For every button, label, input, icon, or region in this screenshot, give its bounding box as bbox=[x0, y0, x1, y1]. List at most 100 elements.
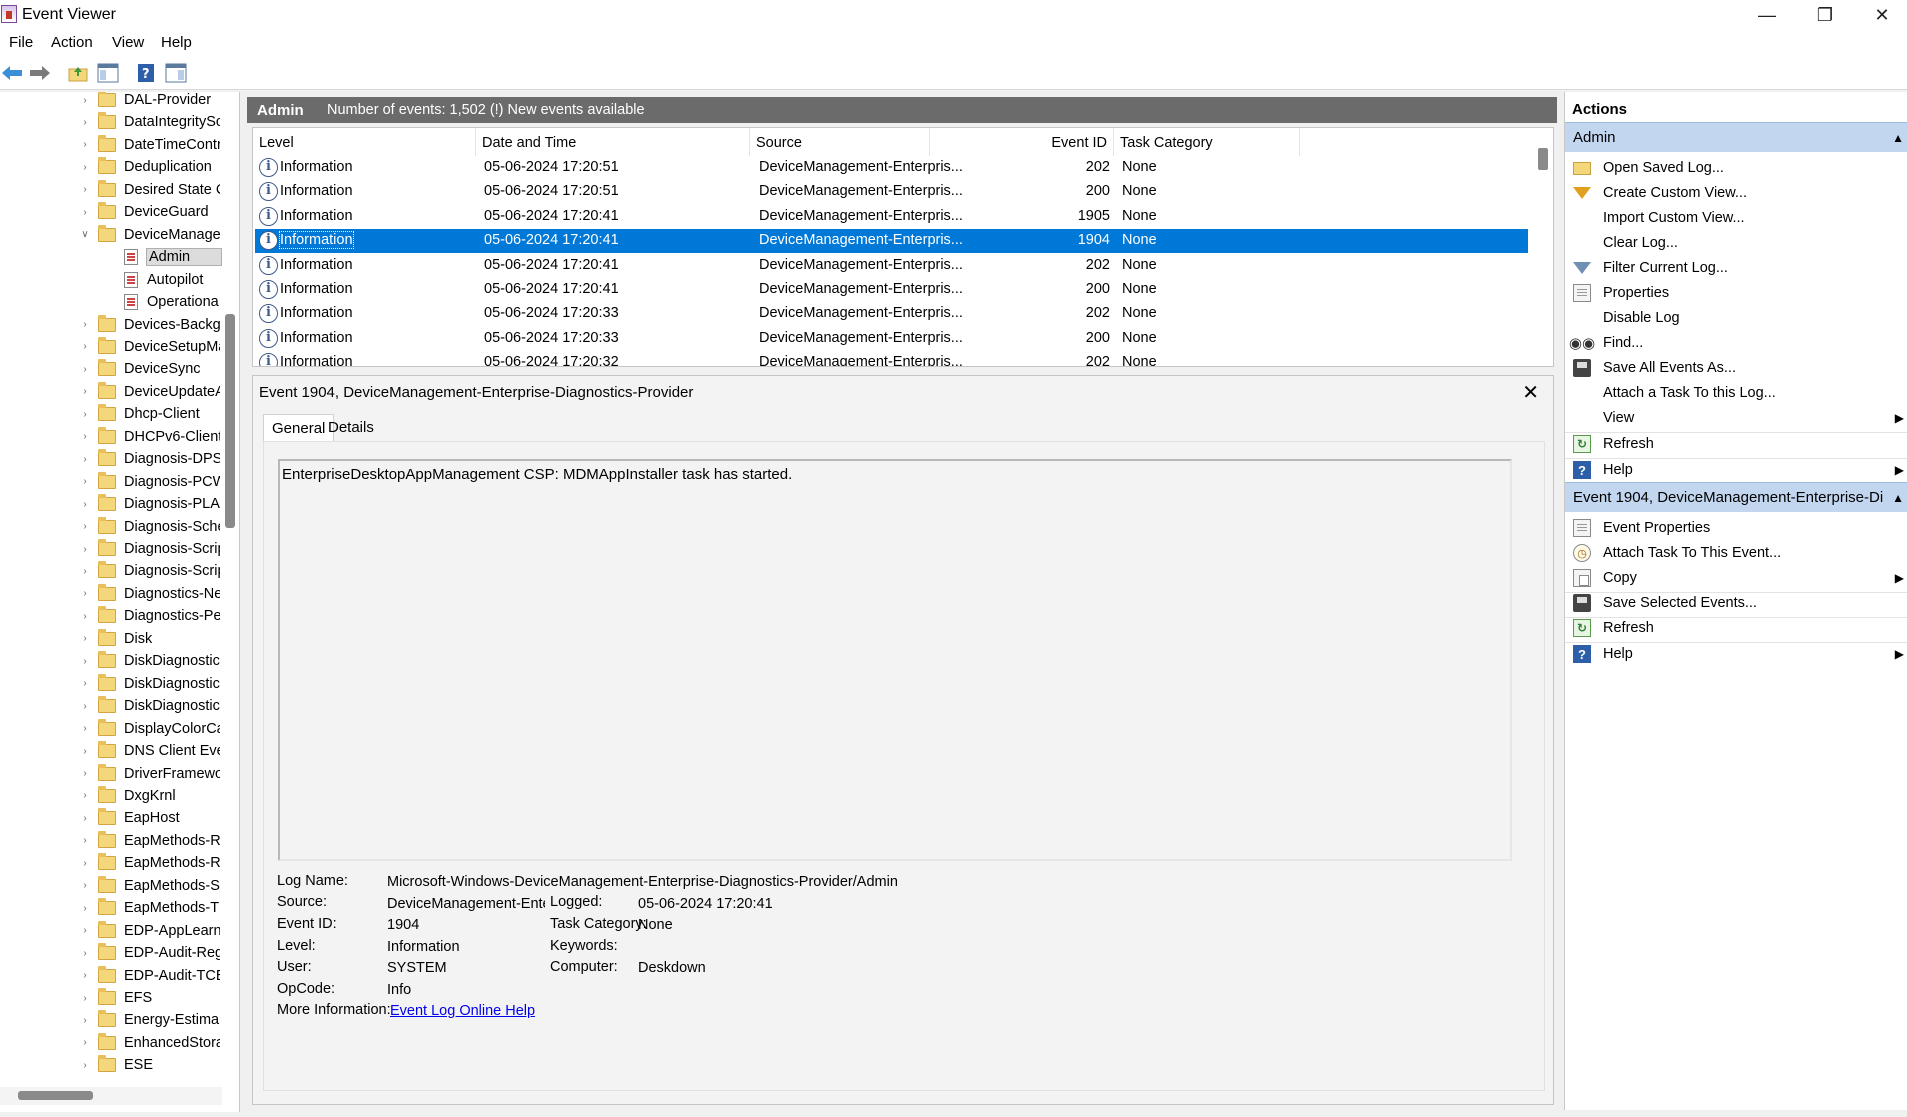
chevron-right-icon[interactable]: › bbox=[80, 970, 90, 981]
menu-file[interactable]: File bbox=[9, 34, 33, 51]
event-row[interactable]: i Information 05-06-2024 17:20:51 DeviceMan… bbox=[255, 156, 1528, 180]
tree-item-folder[interactable]: › DiskDiagnostic bbox=[0, 673, 222, 695]
column-source[interactable]: Source bbox=[750, 128, 930, 156]
tree-item-folder[interactable]: › Deduplication bbox=[0, 156, 222, 178]
tree-item-log[interactable]: Admin bbox=[0, 246, 222, 268]
tree-item-folder[interactable]: › Desired State C bbox=[0, 179, 222, 201]
tree-item-folder[interactable]: › Devices-Backg bbox=[0, 314, 222, 336]
collapse-arrow-icon[interactable]: ▲ bbox=[1892, 131, 1904, 145]
column-level[interactable]: Level bbox=[253, 128, 476, 156]
tree-item-folder[interactable]: › Diagnosis-Sche bbox=[0, 516, 222, 538]
tree-item-folder[interactable]: › Diagnostics-Pe bbox=[0, 605, 222, 627]
chevron-right-icon[interactable]: › bbox=[80, 341, 90, 352]
chevron-right-icon[interactable]: › bbox=[80, 117, 90, 128]
tree-item-folder[interactable]: › DeviceUpdateA bbox=[0, 381, 222, 403]
event-row[interactable]: i Information 05-06-2024 17:20:41 DeviceMan… bbox=[255, 205, 1528, 229]
event-id-value[interactable]: 1904 bbox=[387, 917, 419, 933]
tree-item-folder[interactable]: › EapHost bbox=[0, 807, 222, 829]
chevron-right-icon[interactable]: › bbox=[80, 499, 90, 510]
event-log-online-help-link[interactable]: Event Log Online Help bbox=[390, 1003, 535, 1019]
chevron-right-icon[interactable]: › bbox=[80, 746, 90, 757]
chevron-right-icon[interactable]: › bbox=[80, 588, 90, 599]
show-hide-action-pane-icon[interactable] bbox=[165, 62, 187, 84]
chevron-right-icon[interactable]: › bbox=[80, 880, 90, 891]
up-folder-icon[interactable] bbox=[67, 62, 89, 84]
help-icon[interactable]: ? bbox=[135, 62, 157, 84]
action-help[interactable]: ? Help ▶ bbox=[1565, 455, 1907, 485]
chevron-right-icon[interactable]: › bbox=[80, 364, 90, 375]
menu-view[interactable]: View bbox=[112, 34, 144, 51]
tree-horizontal-scroll-thumb[interactable] bbox=[18, 1091, 93, 1100]
chevron-right-icon[interactable]: › bbox=[80, 207, 90, 218]
event-row[interactable]: i Information 05-06-2024 17:20:41 DeviceMan… bbox=[255, 254, 1528, 278]
tab-details[interactable]: Details bbox=[320, 414, 382, 442]
logged-value[interactable]: 05-06-2024 17:20:41 bbox=[638, 896, 773, 912]
computer-value[interactable]: Deskdown bbox=[638, 960, 706, 976]
tree-item-folder[interactable]: › DeviceGuard bbox=[0, 201, 222, 223]
tree-item-log[interactable]: Autopilot bbox=[0, 269, 222, 291]
event-description[interactable]: EnterpriseDesktopAppManagement CSP: MDMA… bbox=[278, 459, 1512, 861]
tree-scrollbar[interactable] bbox=[222, 92, 239, 1092]
event-list[interactable]: Level Date and Time Source Event ID Task… bbox=[252, 127, 1554, 367]
tree-item-folder[interactable]: › EapMethods-R bbox=[0, 830, 222, 852]
chevron-right-icon[interactable]: › bbox=[80, 993, 90, 1004]
chevron-right-icon[interactable]: › bbox=[80, 656, 90, 667]
close-icon[interactable]: ✕ bbox=[1522, 380, 1539, 405]
chevron-right-icon[interactable]: › bbox=[80, 835, 90, 846]
menu-action[interactable]: Action bbox=[51, 34, 93, 51]
tree-item-folder[interactable]: › DeviceSync bbox=[0, 358, 222, 380]
chevron-right-icon[interactable]: › bbox=[80, 790, 90, 801]
tree-item-folder[interactable]: › DiskDiagnostic bbox=[0, 650, 222, 672]
tree-scroll-thumb[interactable] bbox=[225, 314, 235, 528]
show-hide-console-tree-icon[interactable] bbox=[97, 62, 119, 84]
tree-item-folder[interactable]: › Disk bbox=[0, 628, 222, 650]
chevron-right-icon[interactable]: › bbox=[80, 162, 90, 173]
chevron-right-icon[interactable]: › bbox=[80, 1015, 90, 1026]
tree-item-folder[interactable]: › DHCPv6-Client bbox=[0, 426, 222, 448]
tree-item-folder[interactable]: › DeviceSetupMa bbox=[0, 336, 222, 358]
collapse-arrow-icon[interactable]: ▲ bbox=[1892, 491, 1904, 505]
chevron-down-icon[interactable]: ∨ bbox=[80, 229, 90, 240]
tree-item-folder[interactable]: › ESE bbox=[0, 1054, 222, 1076]
tree-item-folder[interactable]: › Energy-Estima bbox=[0, 1009, 222, 1031]
chevron-right-icon[interactable]: › bbox=[80, 903, 90, 914]
tree-item-folder[interactable]: ∨ DeviceManage bbox=[0, 224, 222, 246]
chevron-right-icon[interactable]: › bbox=[80, 858, 90, 869]
chevron-right-icon[interactable]: › bbox=[80, 723, 90, 734]
chevron-right-icon[interactable]: › bbox=[80, 566, 90, 577]
chevron-right-icon[interactable]: › bbox=[80, 454, 90, 465]
chevron-right-icon[interactable]: › bbox=[80, 319, 90, 330]
chevron-right-icon[interactable]: › bbox=[80, 544, 90, 555]
tree-item-folder[interactable]: › DataIntegritySc bbox=[0, 111, 222, 133]
task-category-value[interactable]: None bbox=[638, 917, 673, 933]
chevron-right-icon[interactable]: › bbox=[80, 184, 90, 195]
column-event-id[interactable]: Event ID bbox=[930, 128, 1114, 156]
level-value[interactable]: Information bbox=[387, 939, 460, 955]
chevron-right-icon[interactable]: › bbox=[80, 633, 90, 644]
event-row[interactable]: i Information 05-06-2024 17:20:41 DeviceMan… bbox=[255, 229, 1528, 254]
tree-item-folder[interactable]: › Diagnosis-Scrip bbox=[0, 560, 222, 582]
chevron-right-icon[interactable]: › bbox=[80, 431, 90, 442]
user-value[interactable]: SYSTEM bbox=[387, 960, 447, 976]
chevron-right-icon[interactable]: › bbox=[80, 1060, 90, 1071]
tree-item-folder[interactable]: › EnhancedStora bbox=[0, 1032, 222, 1054]
chevron-right-icon[interactable]: › bbox=[80, 948, 90, 959]
chevron-right-icon[interactable]: › bbox=[80, 611, 90, 622]
tree-item-folder[interactable]: › EapMethods-S bbox=[0, 875, 222, 897]
restore-button[interactable]: ❐ bbox=[1797, 0, 1853, 30]
forward-arrow-icon[interactable] bbox=[29, 62, 51, 84]
chevron-right-icon[interactable]: › bbox=[80, 925, 90, 936]
menu-help[interactable]: Help bbox=[161, 34, 192, 51]
tree-item-folder[interactable]: › DNS Client Eve bbox=[0, 740, 222, 762]
chevron-right-icon[interactable]: › bbox=[80, 521, 90, 532]
event-row[interactable]: i Information 05-06-2024 17:20:33 DeviceMan… bbox=[255, 302, 1528, 326]
tree-item-folder[interactable]: › Diagnosis-Scrip bbox=[0, 538, 222, 560]
action-help[interactable]: ? Help ▶ bbox=[1565, 639, 1907, 669]
actions-section-event[interactable]: Event 1904, DeviceManagement-Enterprise-… bbox=[1565, 482, 1907, 512]
chevron-right-icon[interactable]: › bbox=[80, 1037, 90, 1048]
tree-item-folder[interactable]: › EDP-AppLearni bbox=[0, 920, 222, 942]
tree-item-folder[interactable]: › DAL-Provider bbox=[0, 92, 222, 111]
tree-item-folder[interactable]: › Diagnosis-PCW bbox=[0, 471, 222, 493]
event-list-scroll-thumb[interactable] bbox=[1538, 148, 1548, 170]
chevron-right-icon[interactable]: › bbox=[80, 476, 90, 487]
